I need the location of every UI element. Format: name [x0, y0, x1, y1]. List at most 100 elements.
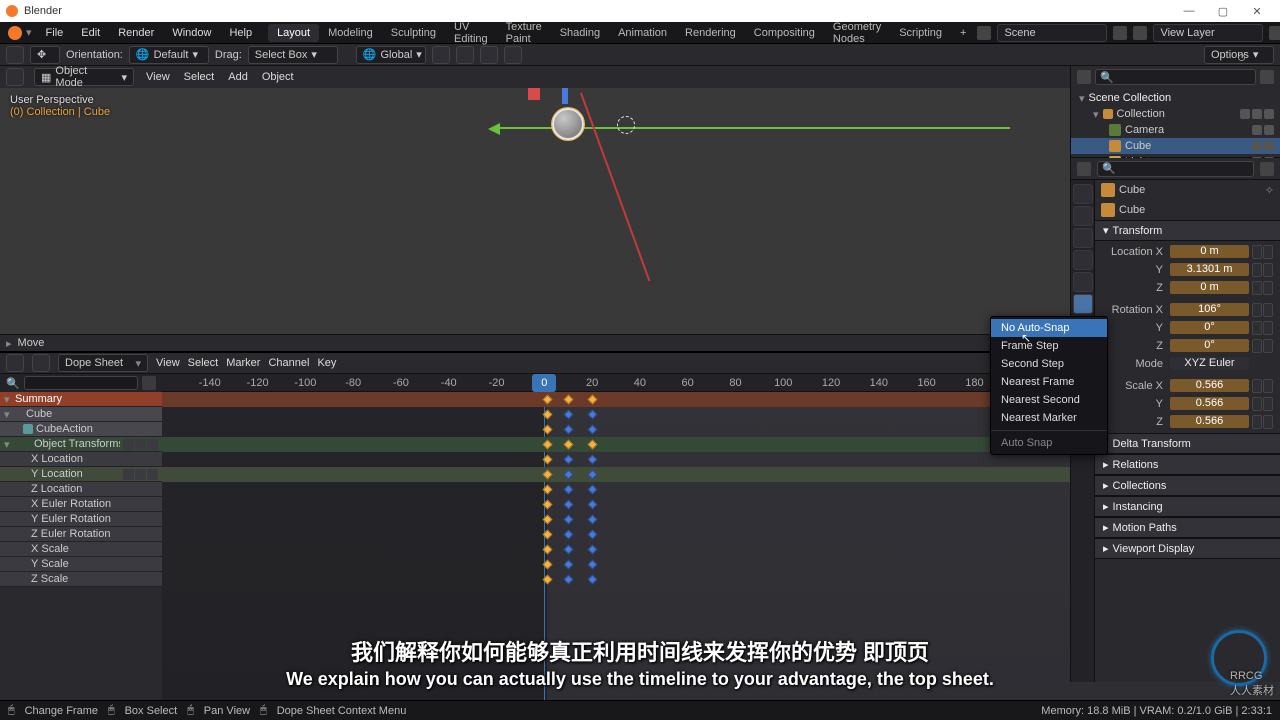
rot-y-field[interactable]: 0° — [1169, 320, 1250, 335]
channel-fc-zloc[interactable]: Z Location — [0, 482, 162, 497]
snap-toggle-icon[interactable] — [456, 46, 474, 64]
channel-summary[interactable]: ▾Summary — [0, 392, 162, 407]
channel-fold-icon[interactable] — [142, 376, 156, 390]
dope-menu-channel[interactable]: Channel — [268, 357, 309, 369]
move-arrow-icon[interactable] — [488, 123, 500, 135]
snap-opt-nearestframe[interactable]: Nearest Frame — [991, 373, 1107, 391]
minimize-button[interactable]: — — [1172, 5, 1206, 17]
outliner-collection[interactable]: ▾Collection — [1071, 106, 1280, 122]
snap-target-icon[interactable] — [480, 46, 498, 64]
editor-corner-icon[interactable] — [6, 68, 24, 86]
scl-y-field[interactable]: 0.566 — [1169, 396, 1250, 411]
outliner-editor-icon[interactable] — [1077, 70, 1091, 84]
channel-fc-yrot[interactable]: Y Euler Rotation — [0, 512, 162, 527]
panel-transform[interactable]: ▾Transform — [1095, 220, 1280, 241]
outliner-filter-icon[interactable] — [1260, 70, 1274, 84]
dope-action-icon[interactable] — [32, 354, 50, 372]
prop-object-name[interactable]: Cube✧ — [1095, 180, 1280, 200]
menu-help[interactable]: Help — [221, 25, 260, 41]
scl-x-field[interactable]: 0.566 — [1169, 378, 1250, 393]
outliner-search[interactable]: 🔍 — [1095, 69, 1256, 85]
loc-x-field[interactable]: 0 m — [1169, 244, 1250, 259]
drag-drop[interactable]: Select Box ▾ — [248, 46, 338, 64]
orientation-drop[interactable]: 🌐 Default ▾ — [129, 46, 209, 64]
scene-name-field[interactable]: Scene — [997, 24, 1107, 42]
props-options-icon[interactable] — [1260, 162, 1274, 176]
tab-output-icon[interactable] — [1073, 206, 1093, 226]
tab-add[interactable]: + — [951, 24, 975, 42]
panel-viewport-display[interactable]: ▸Viewport Display — [1095, 538, 1280, 559]
tab-uv[interactable]: UV Editing — [445, 18, 497, 48]
tab-layout[interactable]: Layout — [268, 24, 319, 42]
move-handle-x-icon[interactable] — [528, 88, 540, 100]
dope-menu-marker[interactable]: Marker — [226, 357, 260, 369]
menu-file[interactable]: File — [38, 25, 72, 41]
panel-collections[interactable]: ▸Collections — [1095, 475, 1280, 496]
loc-y-field[interactable]: 3.1301 m — [1169, 262, 1250, 277]
channel-fc-yloc[interactable]: Y Location — [0, 467, 162, 482]
tab-render-icon[interactable] — [1073, 184, 1093, 204]
3d-cursor-icon[interactable] — [617, 116, 635, 134]
maximize-button[interactable]: ▢ — [1206, 5, 1240, 18]
tab-scene-icon[interactable] — [1073, 250, 1093, 270]
snap-opt-secondstep[interactable]: Second Step — [991, 355, 1107, 373]
scene-browse-icon[interactable] — [977, 26, 991, 40]
tab-shading[interactable]: Shading — [551, 24, 609, 42]
tool-select-icon[interactable]: ✥ — [30, 46, 60, 64]
dope-mode-drop[interactable]: Dope Sheet ▾ — [58, 354, 148, 372]
dope-menu-select[interactable]: Select — [188, 357, 219, 369]
object-cube[interactable] — [552, 108, 584, 140]
props-search[interactable]: 🔍 — [1097, 161, 1254, 177]
vp-menu-select[interactable]: Select — [182, 71, 217, 83]
tab-world-icon[interactable] — [1073, 272, 1093, 292]
layer-browse-icon[interactable] — [1133, 26, 1147, 40]
panel-motion-paths[interactable]: ▸Motion Paths — [1095, 517, 1280, 538]
scl-z-field[interactable]: 0.566 — [1169, 414, 1250, 429]
snap-opt-noauto[interactable]: No Auto-Snap — [991, 319, 1107, 337]
shade-wire-icon[interactable] — [1237, 53, 1246, 65]
panel-delta[interactable]: ▸Delta Transform — [1095, 433, 1280, 454]
layer-new-icon[interactable] — [1269, 26, 1280, 40]
dope-editor-icon[interactable] — [6, 354, 24, 372]
tab-compositing[interactable]: Compositing — [745, 24, 824, 42]
dope-menu-key[interactable]: Key — [317, 357, 336, 369]
menu-render[interactable]: Render — [110, 25, 162, 41]
channel-fc-zscale[interactable]: Z Scale — [0, 572, 162, 587]
vp-menu-add[interactable]: Add — [226, 71, 250, 83]
panel-instancing[interactable]: ▸Instancing — [1095, 496, 1280, 517]
pivot-icon[interactable] — [432, 46, 450, 64]
outliner-item-cube[interactable]: Cube — [1071, 138, 1280, 154]
snap-opt-framestep[interactable]: Frame Step — [991, 337, 1107, 355]
rot-x-field[interactable]: 106° — [1169, 302, 1250, 317]
viewlayer-name-field[interactable]: View Layer — [1153, 24, 1263, 42]
vp-menu-object[interactable]: Object — [260, 71, 296, 83]
channel-fc-yscale[interactable]: Y Scale — [0, 557, 162, 572]
menu-edit[interactable]: Edit — [73, 25, 108, 41]
transform-space-drop[interactable]: 🌐 Global ▾ — [356, 46, 426, 64]
panel-relations[interactable]: ▸Relations — [1095, 454, 1280, 475]
move-handle-z-icon[interactable] — [562, 88, 568, 104]
channel-object[interactable]: ▾Cube — [0, 407, 162, 422]
tab-geonodes[interactable]: Geometry Nodes — [824, 18, 890, 48]
tab-animation[interactable]: Animation — [609, 24, 676, 42]
channel-fc-xloc[interactable]: X Location — [0, 452, 162, 467]
channel-fc-zrot[interactable]: Z Euler Rotation — [0, 527, 162, 542]
tab-modeling[interactable]: Modeling — [319, 24, 382, 42]
tab-viewlayer-icon[interactable] — [1073, 228, 1093, 248]
rot-mode-drop[interactable]: XYZ Euler — [1169, 356, 1250, 371]
outliner-item-camera[interactable]: Camera — [1071, 122, 1280, 138]
snap-opt-nearestsecond[interactable]: Nearest Second — [991, 391, 1107, 409]
channel-group[interactable]: ▾Object Transforms — [0, 437, 162, 452]
tab-object-icon[interactable] — [1073, 294, 1093, 314]
blender-icon[interactable]: ▾ — [4, 26, 36, 40]
close-button[interactable]: ✕ — [1240, 5, 1274, 18]
loc-z-field[interactable]: 0 m — [1169, 280, 1250, 295]
channel-action[interactable]: CubeAction — [0, 422, 162, 437]
channel-fc-xscale[interactable]: X Scale — [0, 542, 162, 557]
tab-scripting[interactable]: Scripting — [890, 24, 951, 42]
outliner-scene-collection[interactable]: ▾Scene Collection — [1071, 90, 1280, 106]
tab-rendering[interactable]: Rendering — [676, 24, 745, 42]
vp-menu-view[interactable]: View — [144, 71, 172, 83]
menu-window[interactable]: Window — [164, 25, 219, 41]
editor-type-icon[interactable] — [6, 46, 24, 64]
